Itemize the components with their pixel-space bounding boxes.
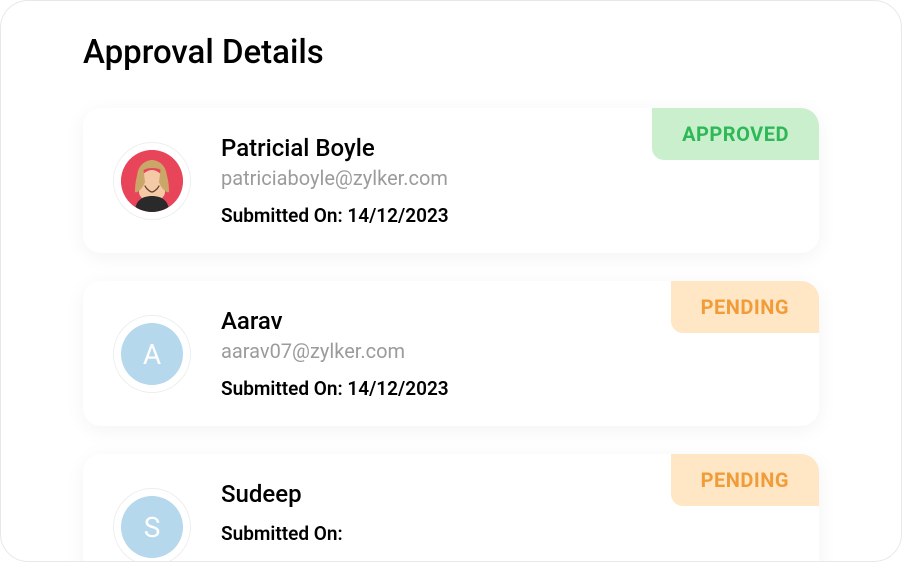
submitted-label: Submitted On: — [221, 377, 343, 400]
submitted-date: 14/12/2023 — [347, 377, 448, 400]
submitted-label: Submitted On: — [221, 204, 343, 227]
submitted-row: Submitted On: — [221, 522, 795, 545]
status-badge: PENDING — [671, 454, 819, 506]
avatar-initial: S — [121, 496, 183, 558]
page-title: Approval Details — [83, 33, 819, 72]
submitted-row: Submitted On: 14/12/2023 — [221, 377, 795, 400]
avatar — [113, 142, 191, 220]
avatar-photo — [121, 150, 183, 212]
avatar: A — [113, 315, 191, 393]
person-email: patriciaboyle@zylker.com — [221, 166, 795, 190]
status-badge: APPROVED — [652, 108, 819, 160]
avatar-initial: A — [121, 323, 183, 385]
approval-card[interactable]: Patricial Boyle patriciaboyle@zylker.com… — [83, 108, 819, 253]
approval-card[interactable]: S Sudeep Submitted On: PENDING — [83, 454, 819, 562]
avatar: S — [113, 488, 191, 562]
submitted-row: Submitted On: 14/12/2023 — [221, 204, 795, 227]
approval-details-panel: Approval Details — [0, 0, 902, 562]
submitted-label: Submitted On: — [221, 522, 343, 545]
approval-card[interactable]: A Aarav aarav07@zylker.com Submitted On:… — [83, 281, 819, 426]
status-badge: PENDING — [671, 281, 819, 333]
person-email: aarav07@zylker.com — [221, 339, 795, 363]
submitted-date: 14/12/2023 — [347, 204, 448, 227]
